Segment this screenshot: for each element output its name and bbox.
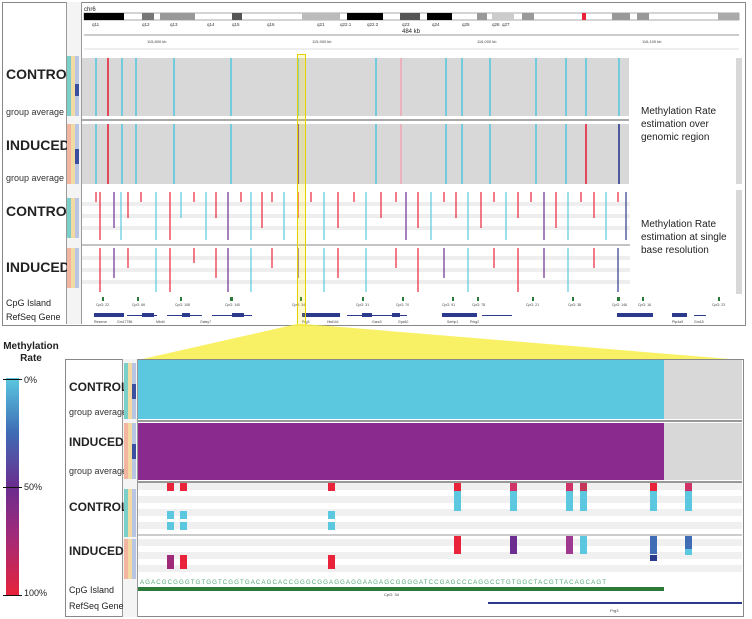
bottom-tracks[interactable]: AGACGCGGGTGTGGTCGGTGACAGCACCGGGCGGAGGAGG… bbox=[122, 359, 742, 617]
svg-text:CpG: 23: CpG: 23 bbox=[712, 303, 725, 307]
dna-sequence: AGACGCGGGTGTGGTCGGTGACAGCACCGGGCGGAGGAGG… bbox=[140, 579, 607, 586]
legend-tick-100 bbox=[3, 595, 22, 596]
svg-text:q22.1: q22.1 bbox=[340, 22, 352, 27]
chromosome-name: chr6 bbox=[84, 7, 96, 13]
legend-label-0: 0% bbox=[24, 375, 38, 385]
svg-text:q12: q12 bbox=[142, 22, 150, 27]
svg-text:q27: q27 bbox=[502, 22, 510, 27]
svg-text:CpG: 91: CpG: 91 bbox=[442, 303, 455, 307]
svg-text:q24: q24 bbox=[432, 22, 440, 27]
legend-tick-50 bbox=[3, 487, 22, 488]
svg-text:q14: q14 bbox=[207, 22, 215, 27]
svg-text:CpG: 146: CpG: 146 bbox=[612, 303, 627, 307]
top-induced-group-average: group average bbox=[6, 173, 65, 183]
svg-text:CpG: 108: CpG: 108 bbox=[175, 303, 190, 307]
svg-text:CpG: 38: CpG: 38 bbox=[568, 303, 581, 307]
desc-region: Methylation Rate estimation over genomic… bbox=[641, 106, 717, 143]
bottom-refseq-label: RefSeq Gene bbox=[69, 601, 124, 611]
svg-text:CpG: 22: CpG: 22 bbox=[96, 303, 109, 307]
chromosome-ideogram[interactable]: chr6 q11 q12 q13 q14 q15 q16 q21 q22.1 q22.2 q… bbox=[82, 3, 742, 53]
bottom-control-single-label: CONTROL bbox=[69, 500, 129, 514]
highlight-box[interactable] bbox=[297, 54, 306, 326]
top-control-single-label: CONTROL bbox=[6, 203, 76, 219]
bottom-gene-item: Prg3 bbox=[610, 608, 619, 613]
top-control-group-average: group average bbox=[6, 107, 65, 117]
svg-text:CpG: 66: CpG: 66 bbox=[132, 303, 145, 307]
svg-text:q25: q25 bbox=[462, 22, 470, 27]
zoom-funnel bbox=[138, 324, 742, 360]
svg-text:q15: q15 bbox=[232, 22, 240, 27]
desc-single: Methylation Rate estimation at single ba… bbox=[641, 219, 727, 256]
bottom-cpg-item: CpG: 34 bbox=[384, 592, 400, 597]
bottom-control-label: CONTROL bbox=[69, 380, 129, 394]
legend-title: Methylation Rate bbox=[3, 341, 59, 364]
svg-text:115,900 kb: 115,900 kb bbox=[312, 39, 332, 44]
bottom-cpg-label: CpG Island bbox=[69, 585, 115, 595]
top-control-label: CONTROL bbox=[6, 66, 76, 82]
svg-text:115,800 kb: 115,800 kb bbox=[147, 39, 167, 44]
top-induced-label: INDUCED bbox=[6, 137, 70, 153]
svg-text:q22.2: q22.2 bbox=[367, 22, 379, 27]
bottom-induced-label: INDUCED bbox=[69, 435, 124, 449]
top-cpg-label: CpG Island bbox=[6, 298, 52, 308]
legend-label-50: 50% bbox=[24, 482, 43, 492]
legend-label-100: 100% bbox=[24, 588, 48, 598]
svg-text:116,000 kb: 116,000 kb bbox=[477, 39, 497, 44]
bottom-induced-group-average: group average bbox=[69, 466, 128, 476]
svg-text:q21: q21 bbox=[317, 22, 325, 27]
bottom-control-group-average: group average bbox=[69, 407, 128, 417]
svg-text:q13: q13 bbox=[170, 22, 178, 27]
svg-text:q16: q16 bbox=[267, 22, 275, 27]
svg-text:q11: q11 bbox=[92, 22, 100, 27]
svg-text:CpG: 21: CpG: 21 bbox=[526, 303, 539, 307]
svg-text:CpG: 16: CpG: 16 bbox=[638, 303, 651, 307]
svg-text:CpG: 78: CpG: 78 bbox=[472, 303, 485, 307]
bottom-induced-single-label: INDUCED bbox=[69, 544, 124, 558]
svg-text:CpG: 140: CpG: 140 bbox=[225, 303, 240, 307]
span-label: 484 kb bbox=[402, 29, 421, 35]
svg-text:CpG: 70: CpG: 70 bbox=[396, 303, 409, 307]
legend-tick-0 bbox=[3, 379, 22, 380]
svg-text:CpG: 31: CpG: 31 bbox=[356, 303, 369, 307]
top-induced-single-label: INDUCED bbox=[6, 259, 70, 275]
svg-text:q23: q23 bbox=[402, 22, 410, 27]
svg-text:116,100 kb: 116,100 kb bbox=[642, 39, 662, 44]
svg-text:q26: q26 bbox=[492, 22, 500, 27]
